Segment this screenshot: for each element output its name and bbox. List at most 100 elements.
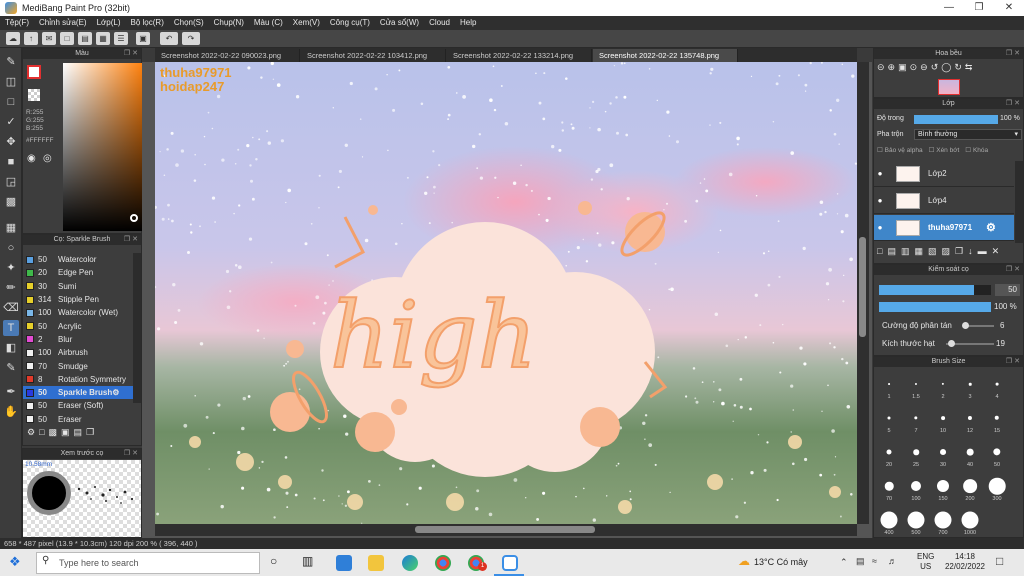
brush-size-preset[interactable]: 30 <box>931 439 955 469</box>
brush-size-preset[interactable]: 2 <box>931 371 955 401</box>
hand-tool-icon[interactable]: ✋ <box>3 404 19 420</box>
tray-chevron-icon[interactable]: ⌃ <box>840 557 848 568</box>
medibang-app-icon[interactable] <box>502 555 518 571</box>
brush-size-preset[interactable]: 70 <box>877 473 901 503</box>
select-eraser-icon[interactable]: ⌫ <box>3 300 19 316</box>
operation-tool-icon[interactable]: ◧ <box>3 340 19 356</box>
eyedropper-icon[interactable]: ✒ <box>3 384 19 400</box>
brush-settings-icon[interactable]: ▩ <box>49 427 58 443</box>
lasso-tool-icon[interactable]: ○ <box>3 240 19 256</box>
layer-row[interactable]: ● Lớp2 <box>874 161 1014 187</box>
brush-item[interactable]: 50 Watercolor <box>23 253 133 266</box>
brush-size-preset[interactable]: 1.5 <box>904 371 928 401</box>
new-layer-1bit-icon[interactable]: ▥ <box>901 246 910 257</box>
brush-size-preset[interactable]: 3 <box>958 371 982 401</box>
brush-size-preset[interactable]: 100 <box>904 473 928 503</box>
brush-item[interactable]: 100 Watercolor (Wet) <box>23 306 133 319</box>
brush-size-preset[interactable]: 50 <box>985 439 1009 469</box>
language-indicator[interactable]: ENG US <box>917 552 934 572</box>
horizontal-scrollbar[interactable] <box>155 524 857 536</box>
new-brush-icon[interactable]: □ <box>39 427 44 443</box>
brush-item[interactable]: 50 Acrylic <box>23 320 133 333</box>
menu-color[interactable]: Màu (C) <box>249 16 288 30</box>
brush-item[interactable]: 100 Airbrush <box>23 346 133 359</box>
mail-app-icon[interactable] <box>336 555 352 571</box>
panel-controls-icon[interactable]: ❐ ✕ <box>1006 265 1020 275</box>
weather-text[interactable]: 13°C Có mây <box>754 557 808 567</box>
panel-controls-icon[interactable]: ❐ ✕ <box>1006 357 1020 367</box>
volume-icon[interactable]: ♬ <box>888 556 897 566</box>
text-tool-icon[interactable]: T <box>3 320 19 336</box>
zoom-actual-icon[interactable]: ⊙ <box>910 62 918 73</box>
rotate-right-icon[interactable]: ↻ <box>954 62 962 73</box>
visibility-eye-icon[interactable]: ● <box>874 223 886 232</box>
cloud-icon[interactable]: ☁ <box>6 32 20 45</box>
document-icon[interactable]: ▤ <box>78 32 92 45</box>
brush-size-preset[interactable]: 500 <box>904 507 928 537</box>
wifi-icon[interactable]: ≈ <box>872 556 877 566</box>
brush-settings-gear-icon[interactable]: ⚙ <box>112 388 119 397</box>
menu-select[interactable]: Chọn(S) <box>169 16 209 30</box>
network-icon[interactable]: ▤ <box>856 556 865 567</box>
brush-item[interactable]: 50 Sparkle Brush ⚙ <box>23 386 133 400</box>
menu-snap[interactable]: Chụp(N) <box>209 16 249 30</box>
protect-alpha-checkbox[interactable]: ☐ Bảo vệ alpha <box>877 146 923 154</box>
visibility-eye-icon[interactable]: ● <box>874 169 886 178</box>
scatter-handle[interactable] <box>962 322 969 329</box>
folder-icon[interactable]: ▤ <box>74 427 83 443</box>
edge-browser-icon[interactable] <box>402 555 418 571</box>
menu-file[interactable]: Tệp(F) <box>0 16 34 30</box>
merge-layer-icon[interactable]: ↓ <box>968 246 973 257</box>
rect-select-icon[interactable]: □ <box>3 94 19 110</box>
save-icon[interactable]: ▣ <box>136 32 150 45</box>
text-layer-icon[interactable]: ▧ <box>928 246 937 257</box>
menu-layer[interactable]: Lớp(L) <box>92 16 126 30</box>
tab-document-4[interactable]: Screenshot 2022-02-22 135748.png <box>593 49 738 62</box>
drawing-canvas[interactable]: high thuha97971 hoidap247 <box>155 62 857 524</box>
delete-layer-icon[interactable]: ✕ <box>992 246 1000 257</box>
brush-list-scrollbar[interactable] <box>133 253 141 403</box>
transparent-swatch[interactable] <box>28 89 40 101</box>
redo-icon[interactable]: ↷ <box>182 32 200 45</box>
brush-item[interactable]: 70 Smudge <box>23 359 133 372</box>
panel-controls-icon[interactable]: ❐ ✕ <box>1006 99 1020 109</box>
duplicate-layer-icon[interactable]: ❐ <box>955 246 963 257</box>
brush-size-slider[interactable] <box>879 285 991 295</box>
magic-wand-icon[interactable]: ✦ <box>3 260 19 276</box>
particle-handle[interactable] <box>948 340 955 347</box>
visibility-eye-icon[interactable]: ● <box>874 196 886 205</box>
vertical-scroll-thumb[interactable] <box>859 237 866 337</box>
layer-folder-icon[interactable]: ▨ <box>942 246 951 257</box>
list-icon[interactable]: ☰ <box>114 32 128 45</box>
brush-item[interactable]: 50 Eraser <box>23 413 133 426</box>
tab-document-3[interactable]: Screenshot 2022-02-22 133214.png <box>447 49 592 62</box>
brush-opacity-slider[interactable] <box>879 302 991 312</box>
brush-size-preset[interactable]: 150 <box>931 473 955 503</box>
windows-start-icon[interactable]: ❖ <box>9 554 21 570</box>
brush-size-value[interactable]: 50 <box>995 284 1020 296</box>
layer-list-scrollbar[interactable] <box>1015 161 1023 243</box>
brush-size-preset[interactable]: 1000 <box>958 507 982 537</box>
brush-size-preset[interactable]: 15 <box>985 405 1009 435</box>
blend-mode-select[interactable]: Bình thường ▾ <box>914 129 1022 140</box>
lock-checkbox[interactable]: ☐ Khóa <box>965 146 988 154</box>
brush-size-preset[interactable]: 7 <box>904 405 928 435</box>
brush-size-preset[interactable]: 12 <box>958 405 982 435</box>
menu-cloud[interactable]: Cloud <box>424 16 455 30</box>
color-wheel-icon[interactable]: ◎ <box>43 153 52 164</box>
fit-icon[interactable]: ▣ <box>898 62 907 73</box>
zoom-reset-icon[interactable]: ⊖ <box>920 62 928 73</box>
grid-icon[interactable]: ▦ <box>96 32 110 45</box>
layer-row[interactable]: ● thuha97971 ⚙ <box>874 215 1014 241</box>
file-explorer-icon[interactable] <box>368 555 384 571</box>
tab-document-2[interactable]: Screenshot 2022-02-22 103412.png <box>301 49 446 62</box>
navigator-thumbnail[interactable] <box>938 79 960 95</box>
notification-center-icon[interactable]: □ <box>996 554 1003 568</box>
brush-item[interactable]: 314 Stipple Pen <box>23 293 133 306</box>
chat-icon[interactable]: ✉ <box>42 32 56 45</box>
panel-controls-icon[interactable]: ❐ ✕ <box>124 449 138 459</box>
hue-handle[interactable] <box>130 214 138 222</box>
maximize-button[interactable]: ❐ <box>964 0 994 16</box>
saturation-value-picker[interactable] <box>63 63 147 231</box>
menu-help[interactable]: Help <box>455 16 481 30</box>
